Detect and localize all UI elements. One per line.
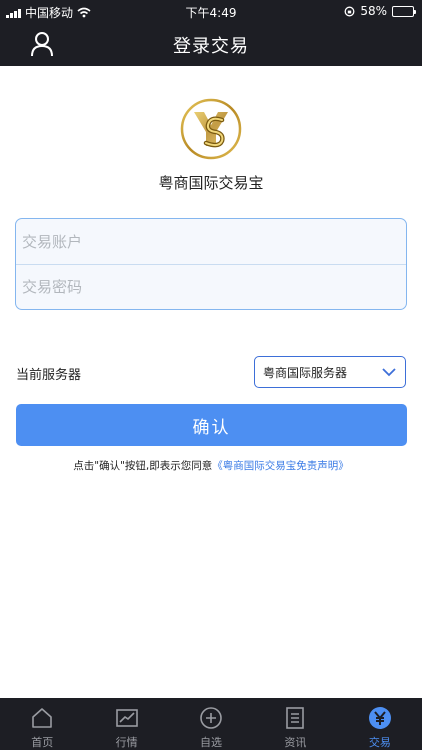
agreement-text: 点击"确认"按钮,即表示您同意《粤商国际交易宝免责声明》 (0, 458, 422, 473)
chart-icon (115, 709, 138, 727)
home-icon (32, 708, 53, 728)
battery-percent: 58% (360, 4, 387, 18)
add-circle-icon (200, 707, 222, 729)
login-form (15, 218, 407, 310)
tab-trade-label: 交易 (368, 736, 391, 749)
battery-icon (392, 5, 416, 17)
status-bar: 中国移动 下午4:49 58% (0, 0, 422, 22)
tab-quotes-label: 行情 (115, 736, 138, 749)
chevron-down-icon (382, 368, 396, 377)
tab-watchlist[interactable]: 自选 (169, 698, 253, 750)
tab-home[interactable]: 首页 (0, 698, 84, 750)
tab-news-label: 资讯 (284, 736, 307, 749)
orientation-lock-icon (344, 6, 355, 16)
password-field (16, 264, 406, 309)
tab-watchlist-label: 自选 (200, 736, 223, 749)
status-right: 58% (344, 4, 416, 18)
account-input[interactable] (22, 232, 406, 251)
account-field (16, 219, 406, 264)
tab-news[interactable]: 资讯 (253, 698, 337, 750)
agreement-prefix: 点击"确认"按钮,即表示您同意 (73, 460, 213, 472)
brand-logo (180, 98, 242, 160)
disclaimer-link[interactable]: 《粤商国际交易宝免责声明》 (212, 460, 349, 472)
tab-trade[interactable]: 交易 (338, 698, 422, 750)
tab-quotes[interactable]: 行情 (84, 698, 168, 750)
nav-bar: 登录交易 (0, 22, 422, 66)
tab-bar: 首页 行情 自选 资讯 交易 (0, 698, 422, 750)
confirm-button[interactable]: 确认 (16, 404, 407, 446)
app-name: 粤商国际交易宝 (158, 174, 264, 192)
tab-home-label: 首页 (31, 736, 54, 749)
server-label: 当前服务器 (16, 368, 82, 383)
news-icon (286, 707, 305, 729)
server-selected-value: 粤商国际服务器 (263, 365, 348, 380)
page-title: 登录交易 (173, 36, 249, 57)
trade-icon (368, 707, 391, 729)
server-select[interactable]: 粤商国际服务器 (254, 356, 406, 388)
password-input[interactable] (22, 278, 406, 296)
